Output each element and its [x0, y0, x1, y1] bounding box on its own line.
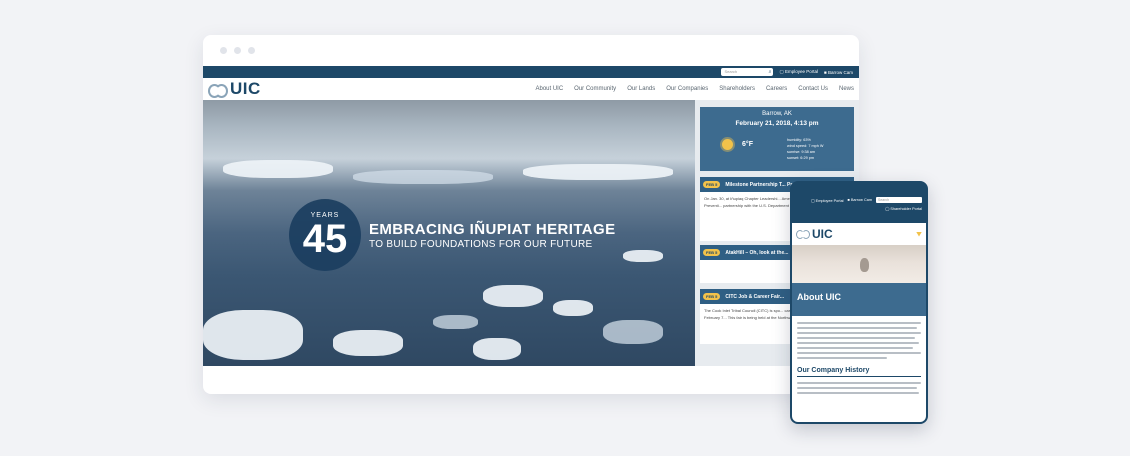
ice-floe	[353, 170, 493, 184]
logo-mark-icon	[796, 229, 810, 239]
news-date-badge: FEB 5	[703, 293, 721, 300]
ice-floe	[483, 285, 543, 307]
mobile-section-heading: Our Company History	[797, 367, 921, 377]
news-date-badge: FEB 5	[703, 249, 721, 256]
hero-title-group: YEARS 45 EMBRACING IÑUPIAT HERITAGE TO B…	[289, 199, 616, 271]
nav-news[interactable]: News	[839, 86, 854, 92]
employee-portal-link[interactable]: ▢ Employee Portal	[779, 69, 818, 75]
anniversary-badge: YEARS 45	[289, 199, 361, 271]
desktop-browser-window: Search ⌕ ▢ Employee Portal ■ Barrow Cam …	[203, 35, 859, 394]
ice-floe	[223, 160, 333, 178]
hero-banner: YEARS 45 EMBRACING IÑUPIAT HERITAGE TO B…	[203, 100, 695, 366]
text-line	[797, 387, 917, 389]
mobile-employee-portal-label: Employee Portal	[815, 198, 844, 203]
nav-our-lands[interactable]: Our Lands	[627, 86, 655, 92]
mobile-hero-photo	[792, 245, 926, 283]
text-line	[797, 322, 921, 324]
text-line	[797, 337, 915, 339]
nav-shareholders[interactable]: Shareholders	[719, 86, 755, 92]
ice-floe	[333, 330, 403, 356]
news-date-badge: FEB 5	[703, 181, 721, 188]
menu-toggle-icon[interactable]	[916, 231, 922, 237]
ice-floe	[433, 315, 478, 329]
text-line	[797, 357, 887, 359]
text-line	[797, 332, 921, 334]
weather-temperature: 6°F	[742, 141, 753, 148]
weather-widget: Barrow, AK February 21, 2018, 4:13 pm 6°…	[700, 107, 854, 171]
search-placeholder: Search	[724, 69, 738, 74]
hero-text: EMBRACING IÑUPIAT HERITAGE TO BUILD FOUN…	[369, 221, 616, 250]
text-line	[797, 352, 921, 354]
mobile-body-text: Our Company History	[792, 316, 926, 394]
window-dot-close[interactable]	[220, 47, 227, 54]
sun-icon	[722, 139, 733, 150]
mobile-header: UIC	[792, 223, 926, 245]
ice-floe	[523, 164, 673, 180]
text-line	[797, 327, 917, 329]
mobile-title-band: About UIC	[792, 283, 926, 316]
hero-subheadline: TO BUILD FOUNDATIONS FOR OUR FUTURE	[369, 238, 593, 250]
weather-stats: humidity: 63% wind speed: 7 mph W sunris…	[787, 137, 824, 161]
desktop-site: Search ⌕ ▢ Employee Portal ■ Barrow Cam …	[203, 66, 859, 366]
logo-mark-icon	[208, 82, 228, 98]
search-input[interactable]: Search ⌕	[721, 68, 774, 76]
mobile-employee-portal-link[interactable]: ▢ Employee Portal	[811, 198, 844, 203]
logo-text: UIC	[230, 79, 261, 98]
window-dot-maximize[interactable]	[248, 47, 255, 54]
text-line	[797, 342, 919, 344]
mobile-site: ▢ Employee Portal ■ Barrow Cam Search ◯ …	[792, 193, 926, 422]
nav-contact-us[interactable]: Contact Us	[798, 86, 828, 92]
mobile-utility-bar: ▢ Employee Portal ■ Barrow Cam Search ◯ …	[792, 193, 926, 223]
main-navbar: UIC About UIC Our Community Our Lands Ou…	[203, 78, 859, 100]
nav-about-uic[interactable]: About UIC	[535, 86, 563, 92]
window-dot-minimize[interactable]	[234, 47, 241, 54]
mobile-search-input[interactable]: Search	[876, 197, 922, 203]
mobile-shareholder-portal-link[interactable]: ◯ Shareholder Portal	[885, 206, 922, 211]
barrow-cam-label: Barrow Cam	[827, 69, 853, 75]
weather-location: Barrow, AK	[762, 111, 792, 117]
weather-datetime: February 21, 2018, 4:13 pm	[735, 120, 819, 127]
site-logo[interactable]: UIC	[208, 79, 261, 99]
badge-years-number: 45	[302, 217, 348, 261]
mobile-shareholder-portal-label: Shareholder Portal	[890, 207, 922, 211]
snowy-owl-image	[860, 258, 869, 272]
text-line	[797, 382, 921, 384]
hero-headline: EMBRACING IÑUPIAT HERITAGE	[369, 220, 616, 238]
window-controls	[220, 47, 255, 54]
utility-bar: Search ⌕ ▢ Employee Portal ■ Barrow Cam	[203, 66, 859, 78]
mobile-page-title: About UIC	[797, 292, 841, 302]
ice-floe	[623, 250, 663, 262]
nav-our-community[interactable]: Our Community	[574, 86, 616, 92]
primary-nav: About UIC Our Community Our Lands Our Co…	[535, 86, 854, 92]
ice-floe	[603, 320, 663, 344]
search-icon[interactable]: ⌕	[769, 68, 772, 76]
news-title[interactable]: CITC Job & Career Fair...	[725, 294, 784, 300]
mobile-device: ▢ Employee Portal ■ Barrow Cam Search ◯ …	[790, 181, 928, 424]
ice-floe	[553, 300, 593, 316]
nav-our-companies[interactable]: Our Companies	[666, 86, 708, 92]
mobile-utility-row: ▢ Employee Portal ■ Barrow Cam Search	[792, 197, 922, 203]
mobile-barrow-cam-link[interactable]: ■ Barrow Cam	[848, 198, 872, 202]
mobile-barrow-cam-label: Barrow Cam	[850, 198, 872, 202]
weather-sunset: sunset: 6:29 pm	[787, 156, 815, 160]
employee-portal-label: Employee Portal	[784, 69, 819, 74]
ice-floe	[203, 310, 303, 360]
mobile-logo-text[interactable]: UIC	[812, 227, 833, 241]
text-line	[797, 392, 919, 394]
showcase-stage: Search ⌕ ▢ Employee Portal ■ Barrow Cam …	[0, 0, 1130, 456]
nav-careers[interactable]: Careers	[766, 86, 787, 92]
text-line	[797, 347, 913, 349]
mobile-utility-row: ◯ Shareholder Portal	[792, 206, 922, 211]
ice-floe	[473, 338, 521, 360]
barrow-cam-link[interactable]: ■ Barrow Cam	[824, 70, 853, 75]
news-title[interactable]: AtakHill – Oh, look at the...	[725, 250, 788, 256]
